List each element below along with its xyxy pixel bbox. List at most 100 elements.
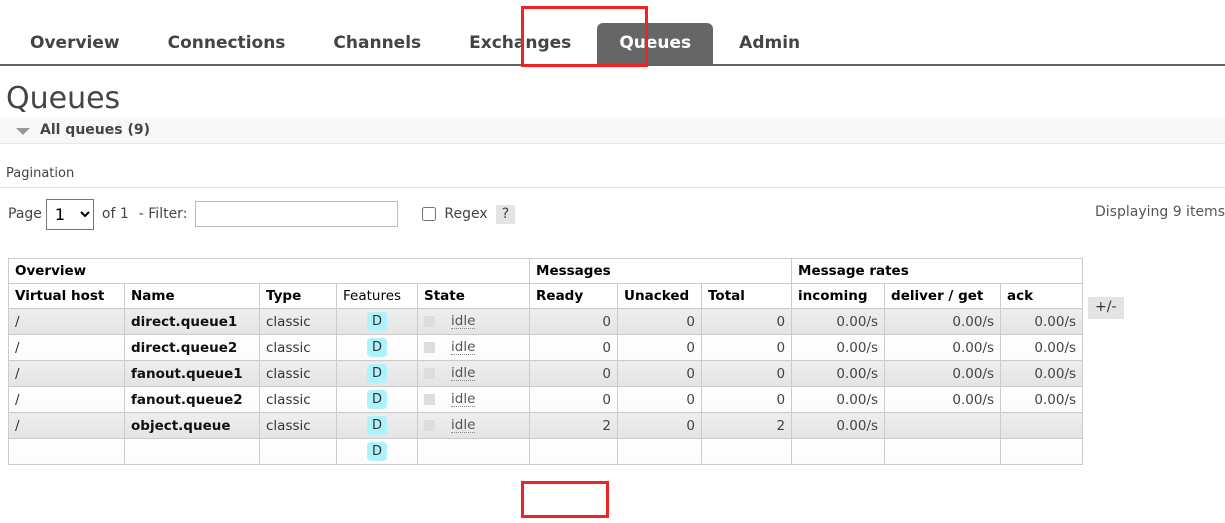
cell-queue-type — [259, 438, 337, 465]
cell-ready: 2 — [529, 412, 619, 439]
cell-queue-type: classic — [259, 412, 337, 439]
cell-virtual-host: / — [8, 334, 125, 361]
table-row[interactable]: / direct.queue2 classic Didle 0 0 0 0.00/s 0.00/… — [8, 334, 1084, 361]
cell-queue-type: classic — [259, 334, 337, 361]
cell-queue-type: classic — [259, 360, 337, 387]
nav-tab-connections[interactable]: Connections — [146, 23, 308, 64]
column-header-name[interactable]: Name — [124, 283, 260, 309]
regex-label: Regex — [444, 206, 488, 222]
column-toggle-wrapper: +/- — [1088, 297, 1124, 319]
column-header-incoming[interactable]: incoming — [791, 283, 886, 309]
column-header-ready[interactable]: Ready — [529, 283, 619, 309]
cell-total — [701, 438, 793, 465]
cell-deliver-get-rate: 0.00/s — [884, 334, 1002, 361]
cell-virtual-host: / — [8, 308, 125, 335]
column-header-deliver-get[interactable]: deliver / get — [884, 283, 1002, 309]
durable-badge: D — [366, 390, 387, 409]
cell-queue-name — [124, 438, 260, 465]
cell-state: idle — [416, 308, 531, 335]
cell-state: idle — [416, 412, 531, 439]
regex-checkbox[interactable] — [422, 207, 437, 221]
cell-features: D — [336, 308, 418, 335]
durable-badge: D — [366, 312, 387, 331]
column-header-total[interactable]: Total — [701, 283, 793, 309]
cell-virtual-host: / — [8, 360, 125, 387]
chevron-down-icon[interactable] — [16, 127, 30, 135]
nav-tab-admin[interactable]: Admin — [717, 23, 822, 64]
displaying-items-label: Displaying 9 items — [1095, 204, 1225, 220]
cell-total: 0 — [701, 386, 793, 413]
cell-total: 0 — [701, 360, 793, 387]
cell-deliver-get-rate: 0.00/s — [884, 360, 1002, 387]
cell-incoming-rate: 0.00/s — [791, 334, 886, 361]
state-label: idle — [451, 391, 476, 407]
cell-features: D — [336, 334, 418, 361]
ready-count-highlight-annotation — [521, 481, 609, 518]
filter-input[interactable] — [195, 201, 399, 227]
of-pages-label: of 1 — [101, 206, 129, 222]
cell-ack-rate: 0.00/s — [1000, 334, 1084, 361]
cell-features: D — [336, 438, 418, 465]
pagination-controls: Page 1 of 1 - Filter: Regex ? Displaying… — [0, 188, 1225, 230]
nav-tab-queues[interactable]: Queues — [597, 23, 714, 64]
cell-ack-rate — [1000, 412, 1084, 439]
table-row[interactable]: / fanout.queue2 classic Didle 0 0 0 0.00/s 0.00/… — [8, 386, 1084, 413]
table-group-header-row: Overview Messages Message rates — [7, 258, 1084, 284]
cell-virtual-host — [8, 438, 125, 465]
cell-unacked: 0 — [617, 334, 703, 361]
cell-features: D — [336, 412, 418, 439]
cell-total: 2 — [701, 412, 793, 439]
cell-incoming-rate: 0.00/s — [791, 412, 886, 439]
group-header-message-rates: Message rates — [791, 258, 1084, 284]
column-header-virtual-host[interactable]: Virtual host — [8, 283, 125, 309]
durable-badge: D — [366, 364, 387, 383]
page-title: Queues — [6, 81, 121, 116]
cell-unacked: 0 — [617, 412, 703, 439]
cell-ack-rate: 0.00/s — [1000, 308, 1084, 335]
cell-ready: 0 — [529, 386, 619, 413]
column-header-features: Features — [336, 283, 418, 309]
table-row[interactable]: / fanout.queue1 classic Didle 0 0 0 0.00/s 0.00/… — [8, 360, 1084, 387]
all-queues-section-header[interactable]: All queues (9) — [0, 118, 1225, 144]
regex-help-icon[interactable]: ? — [495, 204, 516, 224]
cell-deliver-get-rate — [884, 412, 1002, 439]
cell-ready: 0 — [529, 360, 619, 387]
cell-unacked: 0 — [617, 360, 703, 387]
state-wrapper: idle — [424, 366, 523, 381]
state-wrapper: idle — [424, 418, 523, 433]
cell-queue-name: fanout.queue2 — [124, 386, 260, 413]
cell-incoming-rate: 0.00/s — [791, 386, 886, 413]
nav-tab-exchanges[interactable]: Exchanges — [447, 23, 593, 64]
table-row[interactable]: / direct.queue1 classic Didle 0 0 0 0.00/s 0.00/… — [8, 308, 1084, 335]
page-select[interactable]: 1 — [45, 198, 94, 230]
state-color-icon — [424, 394, 435, 405]
page-content: Queues All queues (9) Pagination Page 1 … — [0, 82, 1225, 465]
state-wrapper: idle — [424, 392, 523, 407]
cell-state: idle — [416, 334, 531, 361]
state-label: idle — [451, 339, 476, 355]
toggle-columns-button[interactable]: +/- — [1088, 297, 1124, 319]
column-header-state[interactable]: State — [416, 283, 531, 309]
queues-table: Overview Messages Message rates Virtual ho… — [7, 258, 1084, 465]
nav-tab-channels[interactable]: Channels — [311, 23, 443, 64]
group-header-overview: Overview — [7, 258, 531, 284]
cell-features: D — [336, 386, 418, 413]
column-header-ack[interactable]: ack — [1000, 283, 1084, 309]
table-row[interactable]: D — [8, 438, 1084, 465]
cell-unacked — [617, 438, 703, 465]
cell-ready — [529, 438, 619, 465]
table-row[interactable]: / object.queue classic Didle 2 0 2 0.00/s — [8, 412, 1084, 439]
state-color-icon — [424, 368, 435, 379]
state-color-icon — [424, 420, 435, 431]
column-header-type[interactable]: Type — [259, 283, 337, 309]
cell-queue-name: direct.queue2 — [124, 334, 260, 361]
cell-ack-rate: 0.00/s — [1000, 386, 1084, 413]
cell-incoming-rate — [791, 438, 886, 465]
column-header-unacked[interactable]: Unacked — [617, 283, 703, 309]
cell-queue-name: fanout.queue1 — [124, 360, 260, 387]
main-navigation-bar: Overview Connections Channels Exchanges Queu… — [0, 0, 1225, 66]
state-wrapper: idle — [424, 340, 523, 355]
nav-tab-overview[interactable]: Overview — [8, 23, 142, 64]
cell-incoming-rate: 0.00/s — [791, 360, 886, 387]
cell-ready: 0 — [529, 308, 619, 335]
